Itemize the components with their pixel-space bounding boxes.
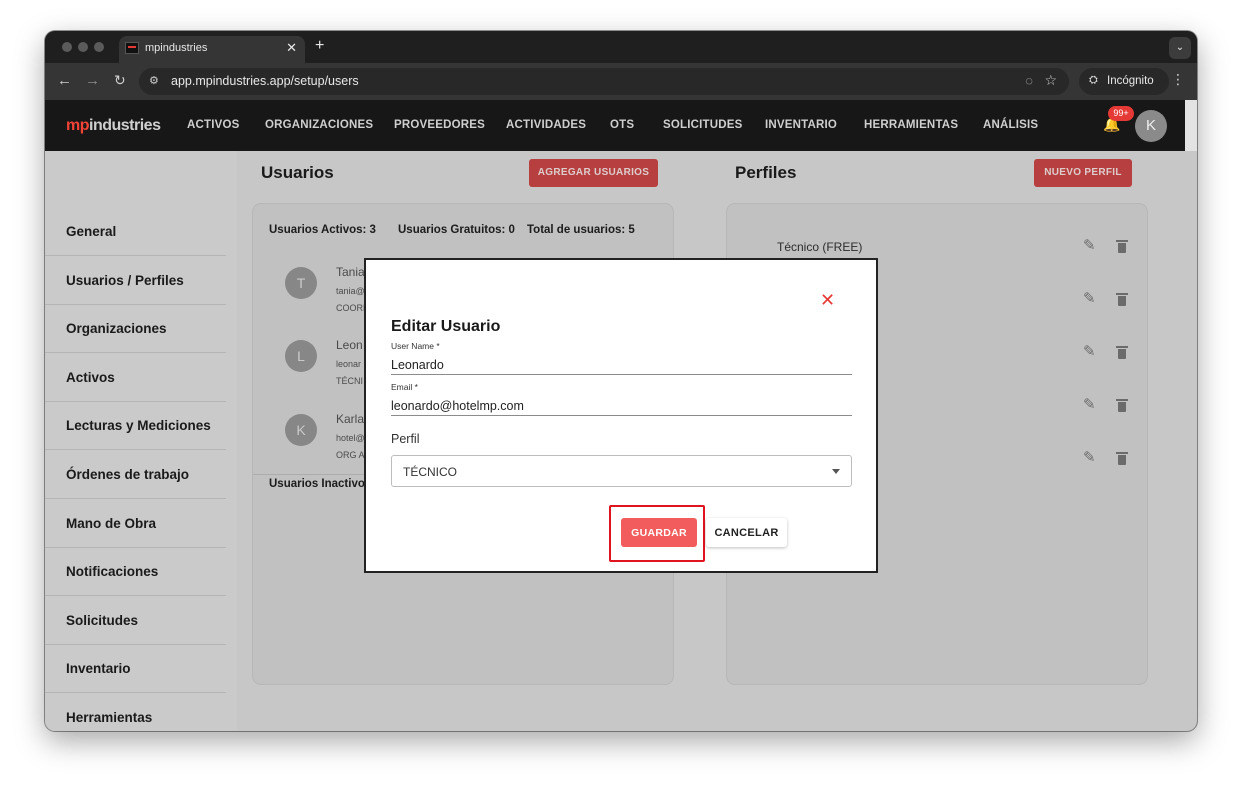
perfil-select[interactable]: TÉCNICO (391, 455, 852, 487)
address-bar[interactable]: ⚙ app.mpindustries.app/setup/users ◌ ☆ (139, 68, 1069, 95)
close-window-dot[interactable] (62, 42, 72, 52)
app-header: mpindustries ACTIVOS ORGANIZACIONES PROV… (45, 100, 1185, 151)
back-arrow-icon[interactable]: ← (57, 72, 72, 89)
url-text: app.mpindustries.app/setup/users (171, 74, 359, 88)
incognito-indicator[interactable]: ⛭ Incógnito (1079, 68, 1169, 95)
bookmark-star-icon[interactable]: ☆ (1044, 72, 1057, 89)
tab-title: mpindustries (145, 42, 208, 54)
perfil-selected-value: TÉCNICO (403, 465, 457, 479)
tab-close-icon[interactable]: ✕ (286, 40, 297, 56)
zoom-window-dot[interactable] (94, 42, 104, 52)
nav-solicitudes[interactable]: SOLICITUDES (663, 119, 743, 131)
dropdown-arrow-icon (832, 469, 840, 474)
browser-menu-icon[interactable]: ⋮ (1171, 71, 1185, 88)
nav-herramientas[interactable]: HERRAMIENTAS (864, 119, 958, 131)
logo-mp: mp (66, 117, 90, 134)
reload-icon[interactable]: ↻ (114, 72, 126, 89)
perfil-label: Perfil (391, 432, 420, 446)
logo-rest: industries (89, 117, 161, 134)
favicon-icon (125, 42, 139, 54)
edit-user-dialog: ✕ Editar Usuario User Name * Email * Per… (364, 258, 878, 573)
save-button[interactable]: GUARDAR (621, 518, 697, 547)
incognito-icon: ⛭ (1089, 74, 1098, 86)
app-viewport: mpindustries ACTIVOS ORGANIZACIONES PROV… (45, 100, 1197, 731)
nav-analisis[interactable]: ANÁLISIS (983, 119, 1038, 131)
dialog-title: Editar Usuario (391, 318, 501, 335)
nav-activos[interactable]: ACTIVOS (187, 119, 240, 131)
nav-actividades[interactable]: ACTIVIDADES (506, 119, 586, 131)
email-label: Email * (391, 382, 418, 392)
nav-inventario[interactable]: INVENTARIO (765, 119, 837, 131)
site-info-icon[interactable]: ⚙ (149, 74, 159, 87)
email-field[interactable] (391, 396, 852, 416)
notifications-badge: 99+ (1108, 106, 1134, 121)
username-label: User Name * (391, 341, 440, 351)
nav-organizaciones[interactable]: ORGANIZACIONES (265, 119, 373, 131)
eye-off-icon[interactable]: ◌ (1025, 73, 1033, 88)
minimize-window-dot[interactable] (78, 42, 88, 52)
incognito-label: Incógnito (1107, 75, 1154, 87)
tab-search-chevron-icon[interactable]: ⌄ (1169, 37, 1191, 59)
username-field[interactable] (391, 355, 852, 375)
browser-toolbar: ← → ↻ ⚙ app.mpindustries.app/setup/users… (45, 63, 1197, 100)
browser-tab[interactable]: mpindustries ✕ (119, 36, 305, 63)
cancel-button[interactable]: CANCELAR (706, 518, 787, 547)
nav-proveedores[interactable]: PROVEEDORES (394, 119, 485, 131)
app-logo[interactable]: mpindustries (66, 117, 161, 135)
tab-strip: mpindustries ✕ + ⌄ (45, 31, 1197, 63)
nav-ots[interactable]: OTS (610, 119, 634, 131)
new-tab-icon[interactable]: + (315, 37, 324, 55)
forward-arrow-icon[interactable]: → (85, 72, 100, 89)
user-avatar[interactable]: K (1135, 110, 1167, 142)
close-icon[interactable]: ✕ (820, 290, 835, 311)
browser-window: mpindustries ✕ + ⌄ ← → ↻ ⚙ app.mpindustr… (45, 31, 1197, 731)
